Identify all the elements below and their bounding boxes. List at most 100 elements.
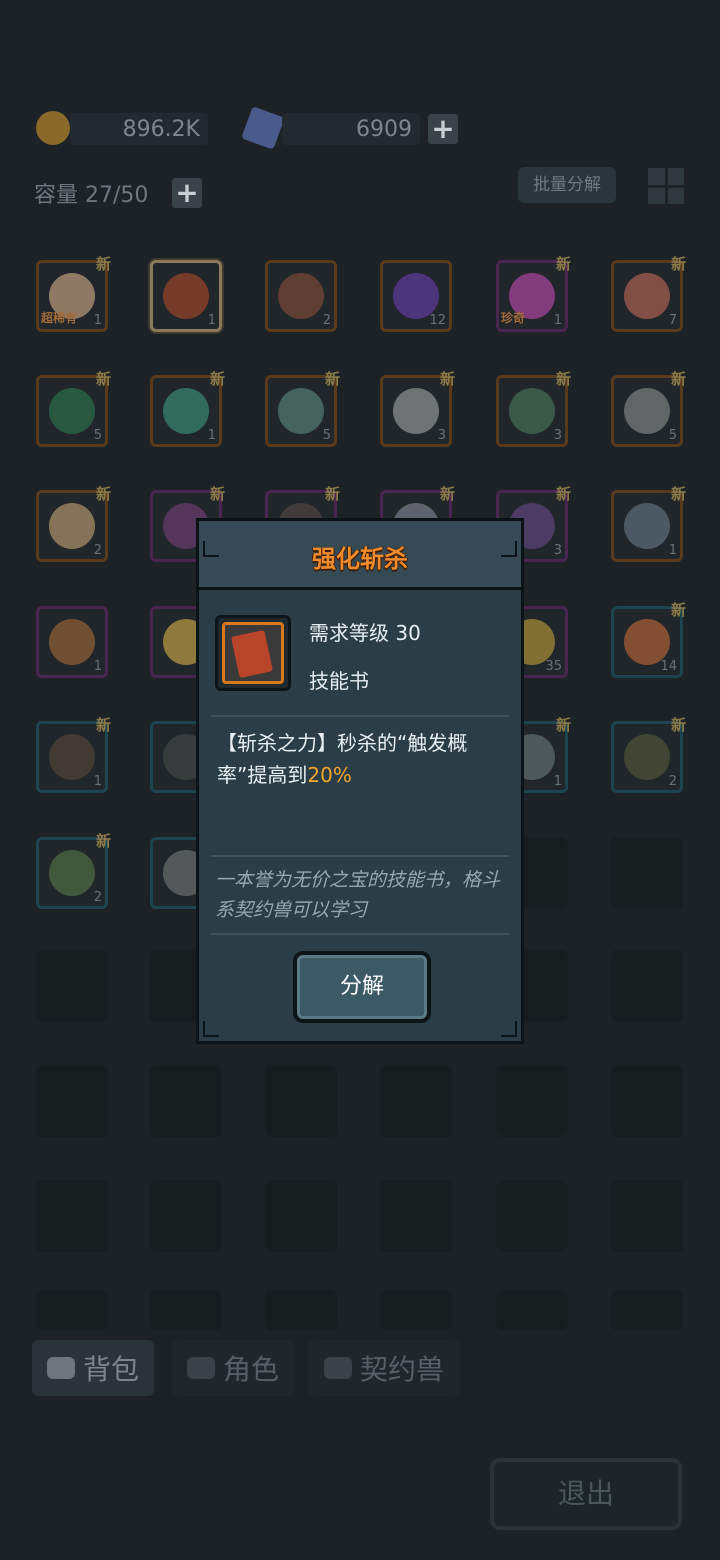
crystal-amount: 6909	[282, 113, 420, 145]
item-icon	[163, 388, 209, 434]
inventory-slot[interactable]: 14 新	[611, 601, 686, 678]
empty-slot	[36, 950, 108, 1022]
empty-slot	[611, 837, 683, 909]
gold-value: 896.2K	[122, 116, 200, 142]
inventory-slot[interactable]: 3新	[496, 370, 571, 447]
inventory-slot[interactable]: 2	[265, 260, 337, 332]
decompose-button[interactable]: 分解	[293, 951, 431, 1023]
add-crystal-button[interactable]: +	[428, 114, 458, 144]
flavor-text: 一本誉为无价之宝的技能书，格斗系契约兽可以学习	[215, 869, 501, 921]
inventory-slot[interactable]: 超稀有 1 新	[36, 255, 111, 332]
tab-2[interactable]: 角色	[172, 1340, 294, 1396]
inventory-slot[interactable]: 7新	[611, 255, 686, 332]
empty-slot	[36, 1065, 108, 1137]
inventory-slot[interactable]: 1新	[150, 370, 225, 447]
item-icon	[624, 503, 670, 549]
item-quantity: 2	[668, 774, 677, 789]
exit-button[interactable]: 退出	[490, 1458, 682, 1530]
new-tag: 新	[670, 716, 686, 734]
popup-title: 强化斩杀	[312, 545, 408, 573]
batch-decompose-button[interactable]: 批量分解	[518, 167, 616, 203]
inventory-slot[interactable]: 12	[380, 260, 452, 332]
inventory-slot[interactable]: 2新	[36, 485, 111, 562]
item-quantity: 1	[93, 659, 102, 674]
item-quantity: 2	[93, 890, 102, 905]
item-quantity: 7	[668, 313, 677, 328]
empty-slot	[150, 1180, 222, 1252]
new-tag: 新	[95, 485, 111, 503]
inventory-slot[interactable]: 5新	[265, 370, 340, 447]
item-quantity: 35	[545, 659, 562, 674]
item-quantity: 1	[553, 313, 562, 328]
inventory-slot[interactable]: 5新	[36, 370, 111, 447]
empty-slot	[150, 1065, 222, 1137]
crystal-value: 6909	[356, 116, 412, 142]
item-icon	[163, 273, 209, 319]
inventory-slot[interactable]: 珍奇 1 新	[496, 255, 571, 332]
item-icon-frame	[215, 615, 291, 691]
rarity-label: 珍奇	[501, 311, 526, 325]
empty-slot	[150, 1290, 222, 1330]
inventory-slot[interactable]: 5新	[611, 370, 686, 447]
new-tag: 新	[670, 255, 686, 273]
new-tag: 新	[95, 716, 111, 734]
inventory-slot[interactable]: 1	[36, 606, 108, 678]
capacity-label: 容量 27/50	[34, 183, 149, 208]
item-quantity: 5	[93, 428, 102, 443]
inventory-slot[interactable]: 3新	[380, 370, 455, 447]
bag-icon	[46, 1357, 75, 1379]
empty-slot	[611, 1290, 683, 1330]
empty-slot	[496, 1180, 568, 1252]
item-quantity: 3	[553, 543, 562, 558]
inventory-slot[interactable]: 1新	[611, 485, 686, 562]
item-icon	[509, 388, 555, 434]
corner-ornament	[501, 1021, 517, 1037]
inventory-slot[interactable]: 2新	[611, 716, 686, 793]
new-tag: 新	[439, 370, 455, 388]
empty-slot	[36, 1290, 108, 1330]
tab-label: 角色	[222, 1353, 279, 1386]
tab-1[interactable]: 背包	[32, 1340, 154, 1396]
empty-slot	[36, 1180, 108, 1252]
item-icon	[278, 273, 324, 319]
empty-slot	[380, 1180, 452, 1252]
inventory-slot[interactable]: 2新	[36, 832, 111, 909]
empty-slot	[265, 1180, 337, 1252]
paw-icon	[323, 1357, 352, 1379]
item-quantity: 2	[93, 543, 102, 558]
empty-slot	[496, 1065, 568, 1137]
item-icon	[49, 850, 95, 896]
item-quantity: 1	[93, 313, 102, 328]
item-quantity: 1	[668, 543, 677, 558]
new-tag: 新	[95, 370, 111, 388]
new-tag: 新	[555, 370, 571, 388]
new-tag: 新	[95, 255, 111, 273]
tab-label: 背包	[82, 1353, 139, 1386]
corner-ornament	[501, 541, 517, 557]
new-tag: 新	[324, 485, 340, 503]
inventory-slot[interactable]: 1	[150, 260, 222, 332]
new-tag: 新	[555, 485, 571, 503]
new-tag: 新	[555, 716, 571, 734]
item-icon	[49, 619, 95, 665]
new-tag: 新	[670, 601, 686, 619]
grid-view-icon[interactable]	[648, 168, 684, 204]
empty-slot	[380, 1290, 452, 1330]
item-icon	[624, 734, 670, 780]
item-icon	[49, 503, 95, 549]
tab-label: 契约兽	[359, 1353, 444, 1386]
new-tag: 新	[209, 370, 225, 388]
empty-slot	[611, 1065, 683, 1137]
item-icon	[278, 388, 324, 434]
item-quantity: 3	[437, 428, 446, 443]
character-icon	[186, 1357, 215, 1379]
empty-slot	[611, 1180, 683, 1252]
tab-3[interactable]: 契约兽	[308, 1340, 460, 1396]
required-level: 需求等级 30	[309, 621, 421, 645]
gold-coin-icon	[36, 111, 70, 145]
inventory-slot[interactable]: 1新	[36, 716, 111, 793]
item-quantity: 12	[429, 313, 446, 328]
expand-capacity-button[interactable]: +	[172, 178, 202, 208]
divider	[211, 933, 509, 935]
item-type: 技能书	[309, 669, 369, 693]
